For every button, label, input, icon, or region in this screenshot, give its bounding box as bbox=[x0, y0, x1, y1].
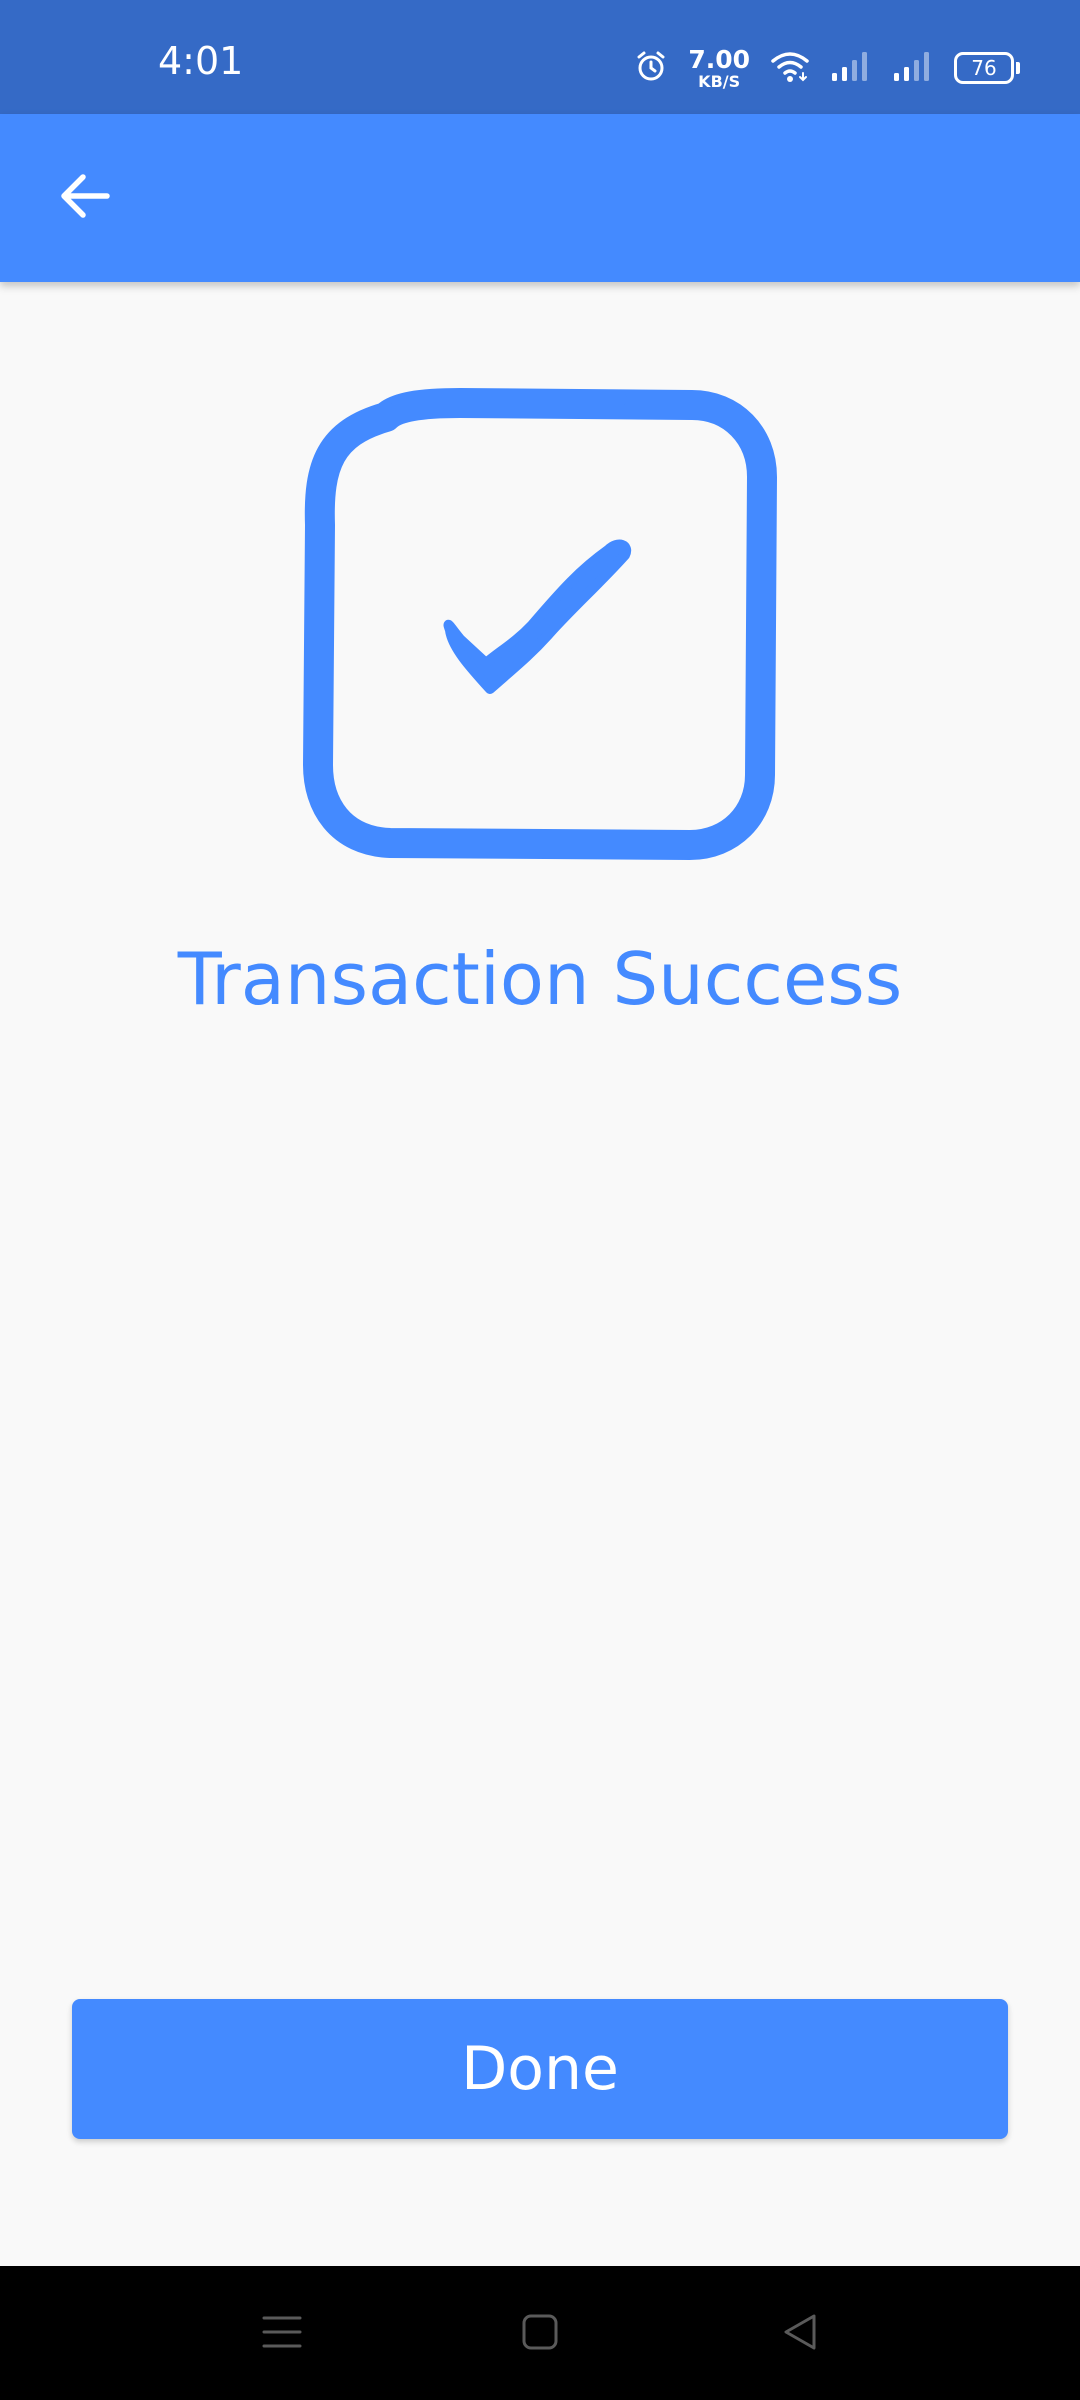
menu-button[interactable] bbox=[250, 2302, 314, 2366]
done-button[interactable]: Done bbox=[72, 1999, 1008, 2139]
page-title: Transaction Success bbox=[177, 937, 903, 1021]
home-button[interactable] bbox=[508, 2302, 572, 2366]
battery-level: 76 bbox=[971, 56, 997, 80]
alarm-icon bbox=[634, 49, 668, 87]
status-bar: 4:01 7.00 KB/S 76 bbox=[0, 0, 1080, 114]
wifi-icon bbox=[770, 49, 810, 87]
back-button[interactable] bbox=[44, 157, 126, 239]
arrow-left-icon bbox=[57, 168, 113, 228]
back-triangle-icon bbox=[780, 2312, 820, 2356]
checkbox-checked-icon bbox=[300, 388, 780, 869]
success-illustration bbox=[300, 385, 780, 865]
menu-icon bbox=[262, 2312, 302, 2356]
signal-icon bbox=[830, 49, 872, 87]
app-bar bbox=[0, 114, 1080, 282]
network-speed-unit: KB/S bbox=[698, 71, 741, 91]
network-speed-value: 7.00 bbox=[688, 44, 750, 74]
signal-icon bbox=[892, 49, 934, 87]
status-icons: 7.00 KB/S 76 bbox=[634, 44, 1020, 92]
battery-icon: 76 bbox=[954, 52, 1020, 84]
status-time: 4:01 bbox=[158, 39, 244, 83]
home-icon bbox=[520, 2312, 560, 2356]
back-nav-button[interactable] bbox=[768, 2302, 832, 2366]
network-speed: 7.00 KB/S bbox=[688, 47, 750, 90]
system-nav-bar bbox=[0, 2266, 1080, 2400]
